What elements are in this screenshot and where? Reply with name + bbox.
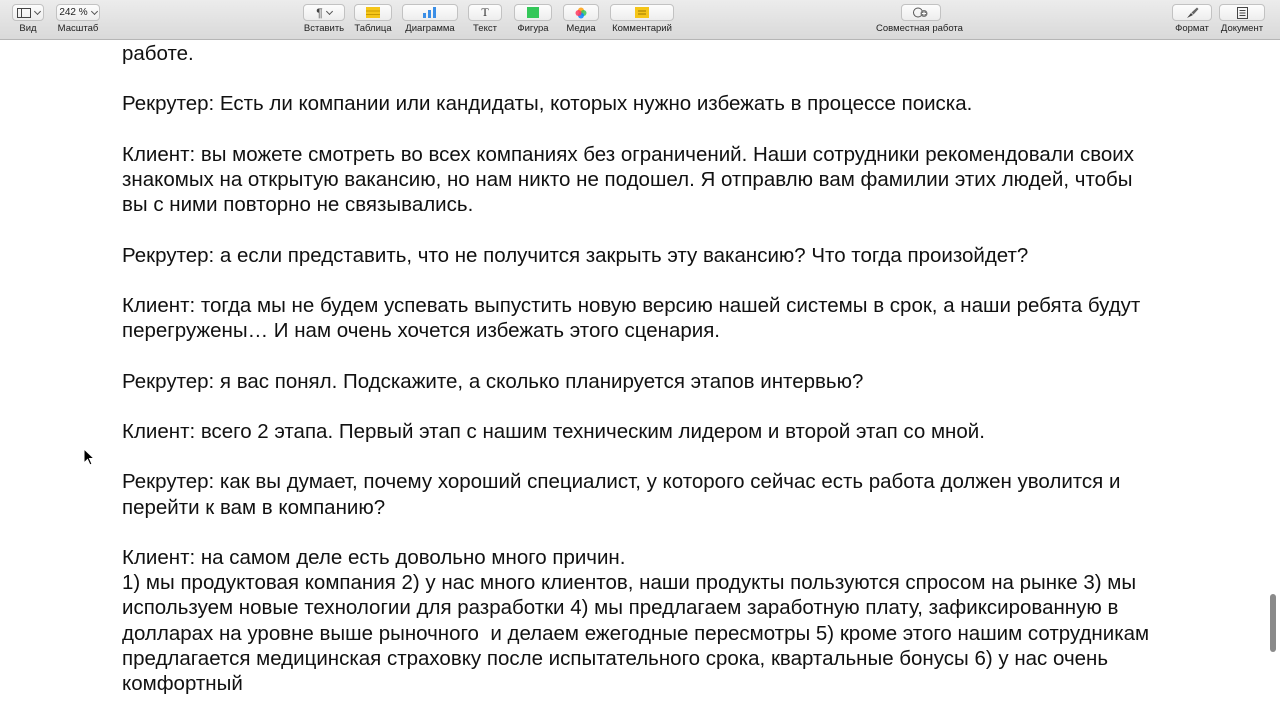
paintbrush-icon (1186, 7, 1198, 18)
table-button[interactable] (354, 4, 392, 21)
shape-icon (527, 7, 539, 18)
photos-icon (575, 7, 587, 18)
paragraph[interactable]: Рекрутер: а если представить, что не пол… (122, 243, 1162, 268)
shape-button[interactable] (514, 4, 552, 21)
chevron-down-icon (90, 7, 98, 15)
comment-label: Комментарий (612, 23, 672, 34)
chart-button[interactable] (402, 4, 458, 21)
paragraph[interactable]: Рекрутер: Есть ли компании или кандидаты… (122, 91, 1162, 116)
toolbar: Вид 242 % Масштаб ¶ Вставить Таблица Диа… (0, 0, 1280, 40)
format-button[interactable] (1172, 4, 1212, 21)
document-icon (1236, 6, 1248, 19)
text-label: Текст (473, 23, 497, 34)
format-tool[interactable]: Формат (1172, 4, 1212, 34)
paragraph[interactable]: работе. (122, 41, 1162, 66)
paragraph[interactable]: Рекрутер: как вы думает, почему хороший … (122, 469, 1162, 519)
insert-tool[interactable]: ¶ Вставить (303, 4, 345, 34)
document-canvas[interactable]: работе. Рекрутер: Есть ли компании или к… (122, 40, 1162, 720)
chart-tool[interactable]: Диаграмма (402, 4, 458, 34)
mouse-pointer-icon (83, 448, 95, 466)
table-icon (366, 7, 380, 18)
collaboration-button[interactable] (901, 4, 942, 21)
shape-label: Фигура (517, 23, 549, 34)
comment-tool[interactable]: Комментарий (610, 4, 674, 34)
view-tool[interactable]: Вид (12, 4, 44, 34)
format-label: Формат (1175, 23, 1209, 34)
paragraph[interactable]: Клиент: всего 2 этапа. Первый этап с наш… (122, 419, 1162, 444)
comment-icon (635, 7, 649, 18)
chart-label: Диаграмма (405, 23, 455, 34)
media-tool[interactable]: Медиа (563, 4, 599, 34)
zoom-select[interactable]: 242 % (56, 4, 100, 21)
zoom-label: Масштаб (57, 23, 99, 34)
collaboration-tool[interactable]: Совместная работа (876, 4, 963, 34)
document-body[interactable]: работе. Рекрутер: Есть ли компании или к… (122, 41, 1162, 720)
media-button[interactable] (563, 4, 599, 21)
shape-tool[interactable]: Фигура (514, 4, 552, 34)
document-tool[interactable]: Документ (1219, 4, 1265, 34)
collaboration-label: Совместная работа (876, 23, 963, 34)
chevron-down-icon (325, 7, 333, 15)
paragraph[interactable]: Клиент: вы можете смотреть во всех компа… (122, 142, 1162, 218)
text-icon: T (481, 5, 489, 19)
zoom-value: 242 % (59, 7, 88, 18)
pilcrow-icon: ¶ (316, 5, 323, 20)
media-label: Медиа (566, 23, 596, 34)
chevron-down-icon (33, 7, 41, 15)
text-tool[interactable]: T Текст (468, 4, 502, 34)
table-tool[interactable]: Таблица (354, 4, 392, 34)
table-label: Таблица (354, 23, 392, 34)
text-button[interactable]: T (468, 4, 502, 21)
insert-button[interactable]: ¶ (303, 4, 345, 21)
paragraph[interactable]: Клиент: на самом деле есть довольно мног… (122, 545, 1162, 570)
document-button[interactable] (1219, 4, 1265, 21)
document-label: Документ (1220, 23, 1264, 34)
zoom-tool[interactable]: 242 % Масштаб (56, 4, 100, 34)
paragraph[interactable]: Рекрутер: я вас понял. Подскажите, а ско… (122, 369, 1162, 394)
comment-button[interactable] (610, 4, 674, 21)
paragraph[interactable]: Клиент: тогда мы не будем успевать выпус… (122, 293, 1162, 343)
sidebar-icon (16, 7, 31, 18)
view-label: Вид (19, 23, 37, 34)
vertical-scrollbar[interactable] (1270, 594, 1276, 652)
collaboration-icon (913, 7, 928, 18)
paragraph[interactable]: 1) мы продуктовая компания 2) у нас мног… (122, 570, 1162, 696)
chart-icon (423, 7, 436, 18)
view-button[interactable] (12, 4, 44, 21)
insert-label: Вставить (303, 23, 345, 34)
